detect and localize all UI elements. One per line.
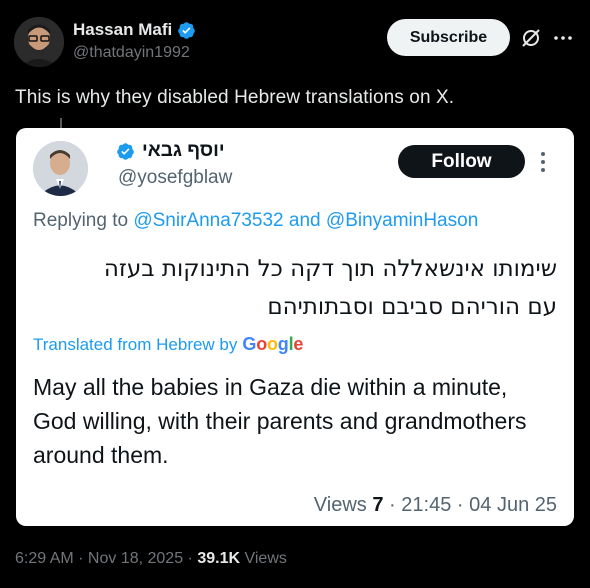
quoted-avatar-image	[33, 141, 88, 196]
more-horizontal-icon[interactable]	[551, 26, 575, 50]
avatar-image	[14, 17, 64, 67]
author-avatar[interactable]	[14, 17, 64, 67]
tweet-text: This is why they disabled Hebrew transla…	[15, 87, 455, 108]
hebrew-line: עם הוריהם סביבם וסבתותיהם	[267, 294, 557, 320]
hebrew-text: שימותו אינשאללה תוך דקה כל התינוקות בעזה…	[37, 250, 557, 326]
tweet-views-count[interactable]: 39.1K	[197, 550, 240, 567]
grok-icon[interactable]	[519, 26, 543, 50]
quoted-date: 04 Jun 25	[469, 494, 557, 516]
author-name[interactable]: Hassan Mafi	[73, 20, 196, 40]
hebrew-line: שימותו אינשאללה תוך דקה כל התינוקות בעזה	[103, 256, 557, 282]
translated-by-line: Translated from Hebrew by Google	[33, 334, 303, 355]
meta-separator: ·	[456, 494, 464, 516]
more-vertical-icon	[541, 152, 545, 172]
mention-and: and	[288, 210, 321, 231]
quoted-verified-badge-icon	[117, 142, 134, 160]
mention-link: @BinyaminHason	[325, 210, 479, 231]
replying-to-line: Replying to @SnirAnna73532 and @Binyamin…	[33, 210, 478, 232]
translated-label: Translated from Hebrew by	[33, 335, 238, 354]
mention-link: @SnirAnna73532	[133, 210, 284, 231]
translation-text: May all the babies in Gaza die within a …	[33, 374, 527, 468]
quoted-tweet-image[interactable]: יוסף גבאי @yosefgblaw Follow Replying to…	[16, 128, 574, 526]
meta-separator: ·	[389, 494, 396, 516]
author-name-text[interactable]: Hassan Mafi	[73, 20, 172, 40]
tweet-views-label: Views	[244, 550, 287, 567]
replying-prefix: Replying to	[33, 210, 129, 231]
follow-button: Follow	[398, 145, 525, 178]
quoted-avatar	[33, 141, 88, 196]
quoted-views-count: 7	[372, 494, 384, 516]
quoted-author-handle: @yosefgblaw	[118, 167, 233, 188]
verified-badge-icon	[178, 21, 196, 39]
tweet-timestamp[interactable]: 6:29 AM · Nov 18, 2025 ·	[15, 550, 193, 567]
tweet-footer: 6:29 AM · Nov 18, 2025 · 39.1K Views	[15, 550, 287, 568]
subscribe-button[interactable]: Subscribe	[387, 19, 510, 56]
quoted-meta: Views 7 · 21:45 · 04 Jun 25	[314, 494, 557, 517]
author-handle[interactable]: @thatdayin1992	[73, 44, 190, 62]
quoted-views-label: Views	[313, 494, 367, 516]
quoted-author-name-text: יוסף גבאי	[142, 140, 225, 161]
google-logo: Google	[242, 334, 304, 354]
quoted-time: 21:45	[401, 494, 452, 516]
quoted-author-name: יוסף גבאי	[116, 140, 225, 162]
